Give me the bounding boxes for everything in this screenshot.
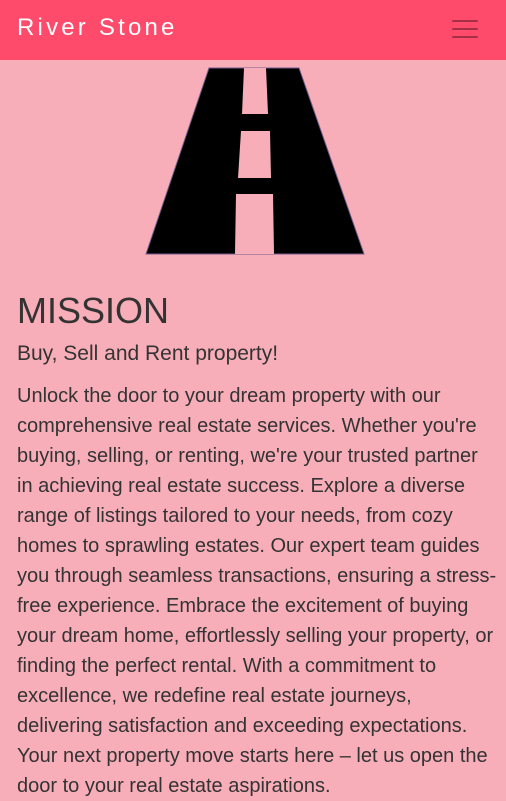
hamburger-menu-icon[interactable]	[445, 12, 485, 46]
mission-section: MISSION Buy, Sell and Rent property! Unl…	[17, 288, 497, 801]
menu-bar-line	[452, 20, 478, 22]
mission-heading: MISSION	[17, 290, 170, 331]
mission-subheading: Buy, Sell and Rent property!	[17, 342, 279, 365]
road-logo-icon	[145, 67, 365, 255]
menu-bar-line	[452, 28, 478, 30]
brand-link[interactable]: River Stone	[17, 13, 178, 43]
menu-bar-line	[452, 36, 478, 38]
mission-body-text: Unlock the door to your dream property w…	[17, 385, 497, 797]
navbar: River Stone	[0, 0, 506, 60]
